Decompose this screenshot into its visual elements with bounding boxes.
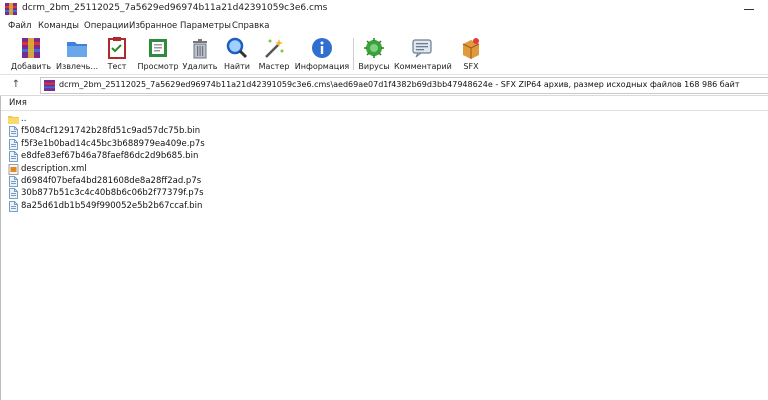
trash-icon	[193, 39, 207, 59]
sfx-box-icon	[462, 38, 480, 59]
file-name: 30b877b51c3c4c40b8b6c06b2f77379f.p7s	[21, 188, 204, 199]
sfx-label: SFX	[463, 62, 479, 71]
comment-button[interactable]: Комментарий	[394, 34, 452, 74]
test-clipboard-icon	[108, 37, 126, 59]
menu-bar: Файл Команды Операции Избранное Параметр…	[0, 18, 768, 34]
extract-folder-icon	[67, 42, 87, 57]
find-button[interactable]: Найти	[220, 34, 254, 74]
menu-commands[interactable]: Команды	[38, 21, 79, 31]
extract-button[interactable]: Извлечь...	[54, 34, 100, 74]
test-button[interactable]: Тест	[100, 34, 134, 74]
test-label: Тест	[107, 62, 127, 71]
view-label: Просмотр	[137, 62, 179, 71]
file-row[interactable]: d6984f07befa4bd281608de8a28ff2ad.p7s	[1, 175, 768, 188]
address-path-field[interactable]: dcrm_2bm_25112025_7a5629ed96974b11a21d42…	[40, 77, 768, 94]
virus-scan-icon	[364, 38, 384, 58]
find-label: Найти	[224, 62, 250, 71]
column-name-label: Имя	[9, 98, 27, 108]
file-icon	[9, 176, 18, 187]
menu-operations[interactable]: Операции	[84, 21, 129, 31]
file-name: f5084cf1291742b28fd51c9ad57dc75b.bin	[21, 126, 201, 137]
virus-scan-label: Вирусы	[358, 62, 390, 71]
delete-label: Удалить	[182, 62, 218, 71]
file-name: ..	[21, 114, 27, 124]
menu-options[interactable]: Параметры	[180, 21, 231, 31]
add-button[interactable]: Добавить	[8, 34, 54, 74]
minimize-button[interactable]	[742, 2, 756, 16]
wizard-wand-icon	[265, 39, 284, 58]
add-label: Добавить	[10, 62, 52, 71]
file-icon	[9, 188, 18, 200]
delete-button[interactable]: Удалить	[182, 34, 218, 74]
menu-file[interactable]: Файл	[8, 21, 31, 31]
wizard-button[interactable]: Мастер	[256, 34, 292, 74]
address-path-text: dcrm_2bm_25112025_7a5629ed96974b11a21d42…	[59, 80, 740, 89]
file-row[interactable]: 8a25d61db1b549f990052e5b2b67ccaf.bin	[1, 200, 768, 213]
info-icon	[312, 38, 332, 58]
file-row[interactable]: description.xml	[1, 163, 768, 176]
file-row[interactable]: e8dfe83ef67b46a78faef86dc2d9b685.bin	[1, 150, 768, 163]
file-name: f5f3e1b0bad14c45bc3b688979ea409e.p7s	[21, 138, 205, 149]
file-icon	[9, 138, 18, 150]
file-icon	[9, 200, 18, 212]
add-archive-icon	[22, 38, 40, 58]
view-book-icon	[149, 39, 167, 57]
toolbar-separator	[353, 38, 354, 70]
info-label: Информация	[294, 62, 350, 71]
comment-icon	[412, 39, 432, 58]
magnifier-icon	[226, 37, 248, 59]
file-row[interactable]: 30b877b51c3c4c40b8b6c06b2f77379f.p7s	[1, 187, 768, 200]
file-name: 8a25d61db1b549f990052e5b2b67ccaf.bin	[21, 200, 203, 211]
comment-label: Комментарий	[394, 62, 452, 71]
title-bar: dcrm_2bm_25112025_7a5629ed96974b11a21d42…	[0, 0, 768, 18]
sfx-button[interactable]: SFX	[454, 34, 488, 74]
file-icon	[9, 151, 18, 163]
view-button[interactable]: Просмотр	[136, 34, 180, 74]
winrar-app-icon	[5, 3, 17, 15]
up-arrow-button[interactable]: ↑	[8, 78, 24, 92]
menu-favorites[interactable]: Избранное	[129, 21, 177, 31]
file-name: e8dfe83ef67b46a78faef86dc2d9b685.bin	[21, 151, 199, 162]
toolbar: Добавить Извлечь... Тест Просмотр Удалит…	[0, 34, 768, 75]
column-header-name[interactable]: Имя	[1, 96, 768, 111]
menu-help[interactable]: Справка	[232, 21, 269, 31]
archive-icon	[44, 80, 55, 91]
virus-scan-button[interactable]: Вирусы	[356, 34, 392, 74]
file-row[interactable]: ..	[1, 113, 768, 126]
extract-label: Извлечь...	[55, 62, 99, 71]
file-row[interactable]: f5084cf1291742b28fd51c9ad57dc75b.bin	[1, 125, 768, 138]
file-name: d6984f07befa4bd281608de8a28ff2ad.p7s	[21, 176, 202, 186]
address-bar: ↑ dcrm_2bm_25112025_7a5629ed96974b11a21d…	[0, 75, 768, 96]
info-button[interactable]: Информация	[294, 34, 350, 74]
wizard-label: Мастер	[258, 62, 290, 71]
file-name: description.xml	[21, 163, 87, 174]
window-title: dcrm_2bm_25112025_7a5629ed96974b11a21d42…	[22, 3, 328, 13]
file-list: Имя .. f5084cf1291742b28fd51c9ad57dc75b.b…	[0, 96, 768, 400]
xml-file-icon	[8, 163, 19, 175]
file-row[interactable]: f5f3e1b0bad14c45bc3b688979ea409e.p7s	[1, 138, 768, 151]
folder-icon	[8, 116, 19, 124]
file-icon	[9, 126, 18, 138]
